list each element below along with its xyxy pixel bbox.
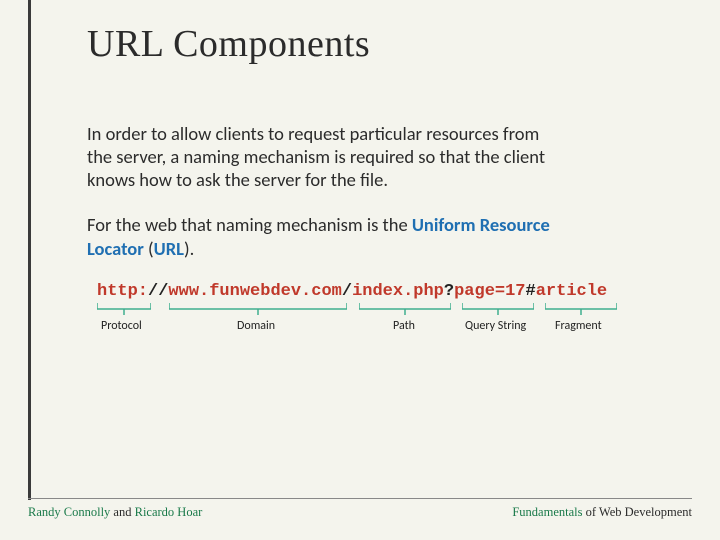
bracket-query (462, 303, 534, 313)
footer: Randy Connolly and Ricardo Hoar Fundamen… (28, 498, 692, 520)
footer-author-b: Ricardo Hoar (135, 505, 203, 519)
label-protocol: Protocol (101, 319, 142, 333)
url-text: http://www.funwebdev.com/index.php?page=… (97, 282, 664, 301)
url-sep2: / (342, 282, 352, 301)
slide-body: URL Components In order to allow clients… (28, 0, 720, 500)
url-query: page=17 (454, 282, 525, 301)
paragraph-2: For the web that naming mechanism is the… (87, 213, 567, 259)
page-title: URL Components (87, 22, 664, 66)
url-protocol: http: (97, 282, 148, 301)
url-domain: www.funwebdev.com (168, 282, 341, 301)
footer-and: and (110, 505, 134, 519)
footer-book-b: of Web Development (583, 505, 693, 519)
paragraph-1: In order to allow clients to request par… (87, 122, 567, 191)
bracket-protocol (97, 303, 151, 313)
bracket-row (97, 303, 664, 317)
bracket-labels: Protocol Domain Path Query String Fragme… (97, 319, 664, 339)
bracket-fragment (545, 303, 617, 313)
url-diagram: http://www.funwebdev.com/index.php?page=… (97, 282, 664, 339)
footer-author-a: Randy Connolly (28, 505, 110, 519)
footer-left: Randy Connolly and Ricardo Hoar (28, 505, 202, 520)
p2-close: ). (184, 237, 194, 260)
label-query: Query String (465, 319, 526, 333)
label-path: Path (393, 319, 415, 333)
url-sep1: // (148, 282, 168, 301)
label-domain: Domain (237, 319, 275, 333)
p2-abbr: URL (154, 237, 184, 260)
footer-right: Fundamentals of Web Development (512, 505, 692, 520)
bracket-domain (169, 303, 347, 313)
url-sep4: # (526, 282, 536, 301)
p2-open: ( (144, 237, 154, 260)
url-fragment: article (536, 282, 607, 301)
url-path: index.php (352, 282, 444, 301)
url-sep3: ? (444, 282, 454, 301)
p2-prefix: For the web that naming mechanism is the (87, 213, 412, 236)
label-fragment: Fragment (555, 319, 602, 333)
footer-book-a: Fundamentals (512, 505, 582, 519)
bracket-path (359, 303, 451, 313)
